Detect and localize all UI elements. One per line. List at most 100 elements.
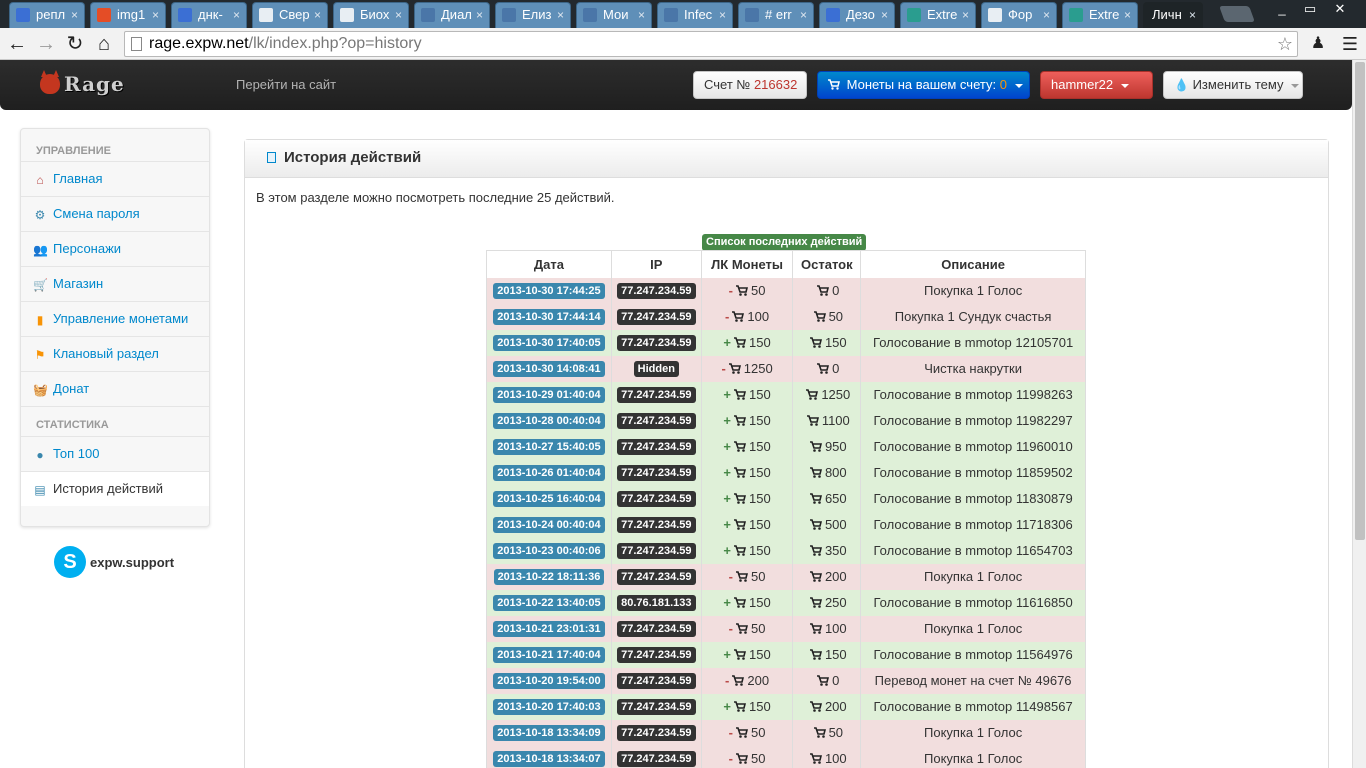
- close-window-icon[interactable]: ✕: [1326, 0, 1354, 20]
- page-scrollbar[interactable]: [1352, 60, 1366, 768]
- table-row: 2013-10-18 13:34:07 77.247.234.59 - 50 100 По…: [486, 745, 1086, 768]
- bookmark-star-icon[interactable]: ☆: [1277, 32, 1293, 56]
- close-icon[interactable]: ×: [314, 3, 321, 27]
- tab-title: Личн: [1152, 7, 1182, 22]
- browser-tab[interactable]: Дезо ×: [819, 2, 895, 28]
- browser-tab[interactable]: Свер ×: [252, 2, 328, 28]
- cell-ip: 77.247.234.59: [610, 511, 702, 538]
- cell-date: 2013-10-26 01:40:04: [486, 459, 612, 486]
- close-icon[interactable]: ×: [557, 3, 564, 27]
- date-label: 2013-10-30 17:44:25: [493, 283, 605, 299]
- skype-support[interactable]: Sexpw.support: [54, 546, 174, 578]
- browser-tab[interactable]: img1 ×: [90, 2, 166, 28]
- close-icon[interactable]: ×: [962, 3, 969, 27]
- site-logo[interactable]: Rage: [40, 70, 125, 96]
- column-header-description: Описание: [860, 250, 1086, 278]
- coins-dropdown-button[interactable]: Монеты на вашем счету: 0: [817, 71, 1030, 99]
- cell-coins: +150: [700, 459, 793, 486]
- close-icon[interactable]: ×: [1043, 3, 1050, 27]
- cart-icon: [736, 623, 748, 634]
- browser-tab[interactable]: Елиз ×: [495, 2, 571, 28]
- cell-date: 2013-10-21 17:40:04: [486, 641, 612, 668]
- close-icon[interactable]: ×: [881, 3, 888, 27]
- close-icon[interactable]: ×: [638, 3, 645, 27]
- browser-tab[interactable]: Фор ×: [981, 2, 1057, 28]
- table-row: 2013-10-23 00:40:06 77.247.234.59 +150 350 Г…: [486, 537, 1086, 564]
- page-icon: [340, 8, 354, 22]
- close-icon[interactable]: ×: [152, 3, 159, 27]
- cell-balance: 150: [792, 641, 861, 668]
- site-navbar: Rage Перейти на сайт Счет № 216632 Монет…: [0, 60, 1352, 110]
- cell-date: 2013-10-20 19:54:00: [486, 667, 612, 694]
- coin-amount: 100: [747, 309, 770, 324]
- sidebar-item[interactable]: 👥 Персонажи: [21, 231, 209, 266]
- intro-text: В этом разделе можно посмотреть последни…: [256, 190, 615, 205]
- browser-tab[interactable]: Extre ×: [900, 2, 976, 28]
- goto-site-link[interactable]: Перейти на сайт: [236, 77, 336, 92]
- back-icon[interactable]: ←: [5, 31, 29, 57]
- browser-tab[interactable]: # err ×: [738, 2, 814, 28]
- sidebar-item[interactable]: ⚑ Клановый раздел: [21, 336, 209, 371]
- google-icon: [16, 8, 30, 22]
- browser-tab[interactable]: днк- ×: [171, 2, 247, 28]
- home-icon[interactable]: ⌂: [92, 31, 116, 57]
- cell-date: 2013-10-30 17:44:14: [486, 303, 612, 330]
- balance-value: 150: [824, 335, 847, 350]
- close-icon[interactable]: ×: [1124, 3, 1131, 27]
- account-number-button[interactable]: Счет № 216632: [693, 71, 807, 99]
- close-icon[interactable]: ×: [395, 3, 402, 27]
- plus-sign: +: [723, 413, 732, 428]
- browser-tab[interactable]: Infec ×: [657, 2, 733, 28]
- cart-icon: [734, 467, 747, 478]
- cell-description: Голосование в mmotop 11654703: [860, 537, 1086, 564]
- sidebar-item[interactable]: 🛒 Магазин: [21, 266, 209, 301]
- user-dropdown-button[interactable]: hammer22: [1040, 71, 1153, 99]
- minimize-icon[interactable]: _: [1268, 0, 1296, 20]
- table-body: 2013-10-30 17:44:25 77.247.234.59-50 0 Поку…: [486, 277, 1086, 768]
- close-icon[interactable]: ×: [719, 3, 726, 27]
- column-header-ip: IP: [610, 250, 702, 278]
- minus-sign: -: [728, 283, 733, 298]
- scrollbar-thumb[interactable]: [1355, 62, 1365, 540]
- browser-tab[interactable]: Биох ×: [333, 2, 409, 28]
- close-icon[interactable]: ×: [71, 3, 78, 27]
- cart-icon: [817, 285, 830, 296]
- browser-tab[interactable]: репл ×: [9, 2, 85, 28]
- close-icon[interactable]: ×: [476, 3, 483, 27]
- cell-ip: 77.247.234.59: [610, 381, 702, 408]
- sidebar-item[interactable]: ● Топ 100: [21, 436, 209, 471]
- cell-balance: 0: [792, 355, 861, 382]
- sidebar-item[interactable]: ▤ История действий: [21, 471, 209, 506]
- cart-icon: [806, 415, 819, 426]
- cell-ip: 77.247.234.59: [610, 615, 702, 642]
- sidebar-item[interactable]: ⚙ Смена пароля: [21, 196, 209, 231]
- theme-dropdown-button[interactable]: 💧 Изменить тему: [1163, 71, 1303, 99]
- browser-tab[interactable]: Мои ×: [576, 2, 652, 28]
- browser-tab[interactable]: Личн ×: [1143, 2, 1203, 28]
- cell-coins: - 50: [700, 277, 793, 304]
- sidebar-item[interactable]: ⌂ Главная: [21, 161, 209, 196]
- new-tab-button[interactable]: [1219, 6, 1255, 22]
- address-bar[interactable]: rage.expw.net/lk/index.php?op=history ☆: [124, 31, 1298, 57]
- forward-icon[interactable]: →: [34, 31, 58, 57]
- menu-icon[interactable]: ☰: [1338, 31, 1362, 57]
- drop-icon: 💧: [1174, 78, 1189, 92]
- close-icon[interactable]: ×: [233, 3, 240, 27]
- plus-sign: +: [723, 647, 732, 662]
- cell-coins: +150: [700, 641, 793, 668]
- chevron-down-icon: [1120, 83, 1129, 88]
- close-icon[interactable]: ×: [800, 3, 807, 27]
- close-icon[interactable]: ×: [1189, 3, 1196, 27]
- reload-icon[interactable]: ↻: [63, 31, 87, 57]
- browser-tab[interactable]: Диал ×: [414, 2, 490, 28]
- cell-coins: +150: [700, 433, 793, 460]
- cell-description: Голосование в mmotop 11859502: [860, 459, 1086, 486]
- sidebar-item[interactable]: 🧺 Донат: [21, 371, 209, 406]
- extension-icon[interactable]: ♟: [1306, 31, 1330, 57]
- restore-icon[interactable]: ▭: [1296, 0, 1324, 20]
- cell-ip: 77.247.234.59: [610, 667, 702, 694]
- browser-tab[interactable]: Extre ×: [1062, 2, 1138, 28]
- date-label: 2013-10-26 01:40:04: [493, 465, 605, 481]
- cart-icon: [809, 597, 822, 608]
- sidebar-item[interactable]: ▮ Управление монетами: [21, 301, 209, 336]
